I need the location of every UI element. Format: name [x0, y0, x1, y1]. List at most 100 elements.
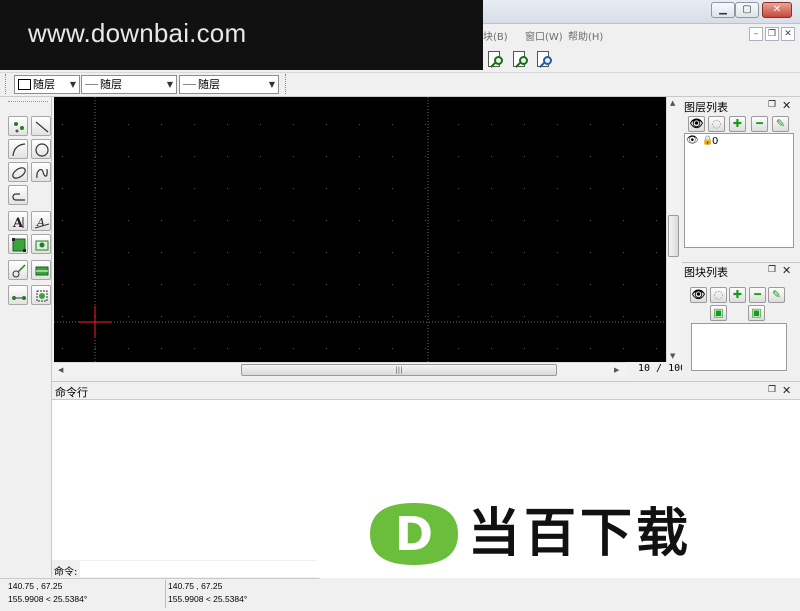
- color-combo[interactable]: 随层 ▼: [14, 75, 80, 94]
- group-tool-icon[interactable]: [31, 285, 51, 305]
- grid-dot: [194, 284, 195, 285]
- text-style-tool-icon[interactable]: A: [31, 211, 51, 231]
- grid-dot: [326, 156, 327, 157]
- grid-dot: [656, 124, 657, 125]
- grid-dot: [227, 348, 228, 349]
- color-combo-value: 随层: [33, 78, 55, 91]
- linetype-combo-value: 随层: [100, 78, 122, 91]
- grid-dot: [161, 188, 162, 189]
- polyline-tool-icon[interactable]: [8, 185, 28, 205]
- grid-dot: [656, 188, 657, 189]
- block-show-all-icon[interactable]: 👁: [690, 287, 707, 303]
- block-create-icon[interactable]: ▣: [748, 305, 765, 321]
- chevron-down-icon: ▼: [166, 80, 173, 89]
- layer-show-all-icon[interactable]: 👁: [688, 116, 705, 132]
- dock-close-icon[interactable]: ✕: [782, 264, 791, 277]
- grid-dot: [590, 316, 591, 317]
- image-tool-icon[interactable]: [31, 234, 51, 254]
- grid-dot: [623, 156, 624, 157]
- grid-dot: [656, 220, 657, 221]
- menu-item-block[interactable]: 块(B): [483, 28, 508, 43]
- spline-tool-icon[interactable]: [31, 162, 51, 182]
- menu-item-window[interactable]: 窗口(W): [525, 28, 563, 43]
- grid-dot: [227, 124, 228, 125]
- line-tool-icon[interactable]: [31, 116, 51, 136]
- dock-close-icon[interactable]: ✕: [782, 384, 791, 397]
- close-button[interactable]: ✕: [762, 2, 792, 18]
- menu-item-help[interactable]: 帮助(H): [568, 28, 603, 43]
- hatch-tool-icon[interactable]: [8, 234, 28, 254]
- zoom-extents-icon[interactable]: [533, 48, 555, 70]
- point-tool-icon[interactable]: [8, 116, 28, 136]
- grid-dot: [590, 156, 591, 157]
- grid-dot: [62, 220, 63, 221]
- text-tool-icon[interactable]: A: [8, 211, 28, 231]
- layer-remove-icon[interactable]: ━: [751, 116, 768, 132]
- grid-dot: [425, 156, 426, 157]
- block-edit-icon[interactable]: ✎: [768, 287, 785, 303]
- grid-dot: [590, 284, 591, 285]
- grid-dot: [491, 188, 492, 189]
- linetype-combo[interactable]: 随层 ▼: [81, 75, 177, 94]
- dock-close-icon[interactable]: ✕: [782, 99, 791, 112]
- grid-dot: [194, 156, 195, 157]
- block-list[interactable]: [691, 323, 787, 371]
- block-insert-icon[interactable]: ▣: [710, 305, 727, 321]
- scroll-down-icon[interactable]: ▼: [670, 352, 675, 360]
- grid-dot: [656, 284, 657, 285]
- scroll-right-icon[interactable]: ▶: [614, 366, 619, 374]
- mdi-minimize-button[interactable]: –: [749, 27, 763, 41]
- grid-dot: [62, 188, 63, 189]
- eye-icon[interactable]: 👁: [686, 135, 699, 146]
- scroll-up-icon[interactable]: ▲: [670, 99, 675, 107]
- layer-edit-icon[interactable]: ✎: [772, 116, 789, 132]
- drawing-canvas[interactable]: [54, 97, 666, 362]
- grid-dot: [194, 220, 195, 221]
- lineweight-combo[interactable]: 随层 ▼: [179, 75, 279, 94]
- circle-tool-icon[interactable]: [31, 139, 51, 159]
- horizontal-scroll-thumb[interactable]: |||: [241, 364, 557, 376]
- grid-dot: [359, 348, 360, 349]
- block-insert-tool-icon[interactable]: [31, 260, 51, 280]
- vertical-scroll-thumb[interactable]: [668, 215, 679, 257]
- dimension-tool-icon[interactable]: [8, 260, 28, 280]
- grid-dot: [359, 252, 360, 253]
- mdi-close-button[interactable]: ✕: [781, 27, 795, 41]
- grid-dot: [524, 348, 525, 349]
- grid-dot: [458, 220, 459, 221]
- ellipse-tool-icon[interactable]: [8, 162, 28, 182]
- dock-float-icon[interactable]: ❐: [768, 100, 776, 110]
- grid-dot: [392, 220, 393, 221]
- grid-dot: [458, 252, 459, 253]
- zoom-pan-icon[interactable]: [509, 48, 531, 70]
- layer-hide-all-icon[interactable]: ◌: [708, 116, 725, 132]
- grid-dot: [359, 220, 360, 221]
- grid-dot: [227, 284, 228, 285]
- minimize-button[interactable]: ▁: [711, 2, 735, 18]
- grid-dot: [95, 252, 96, 253]
- grid-dot: [623, 252, 624, 253]
- layer-row[interactable]: 👁 🔒 0: [686, 135, 792, 149]
- layer-list[interactable]: [684, 133, 794, 248]
- grid-dot: [557, 316, 558, 317]
- scroll-left-icon[interactable]: ◀: [58, 366, 63, 374]
- arc-tool-icon[interactable]: [8, 139, 28, 159]
- command-input[interactable]: [80, 561, 317, 577]
- measure-tool-icon[interactable]: [8, 285, 28, 305]
- mdi-restore-button[interactable]: ❐: [765, 27, 779, 41]
- dock-float-icon[interactable]: ❐: [768, 265, 776, 275]
- grid-dot: [656, 156, 657, 157]
- zoom-window-icon[interactable]: [484, 48, 506, 70]
- block-hide-all-icon[interactable]: ◌: [710, 287, 727, 303]
- palette-grip[interactable]: [8, 101, 48, 104]
- block-remove-icon[interactable]: ━: [749, 287, 766, 303]
- grid-dot: [95, 188, 96, 189]
- layer-add-icon[interactable]: ✚: [729, 116, 746, 132]
- dock-float-icon[interactable]: ❐: [768, 385, 776, 395]
- maximize-button[interactable]: ▢: [735, 2, 759, 18]
- zoom-level: 10 / 100: [638, 363, 687, 374]
- propbar-grip[interactable]: [5, 74, 8, 94]
- block-add-icon[interactable]: ✚: [729, 287, 746, 303]
- grid-dot: [425, 252, 426, 253]
- grid-dot: [557, 348, 558, 349]
